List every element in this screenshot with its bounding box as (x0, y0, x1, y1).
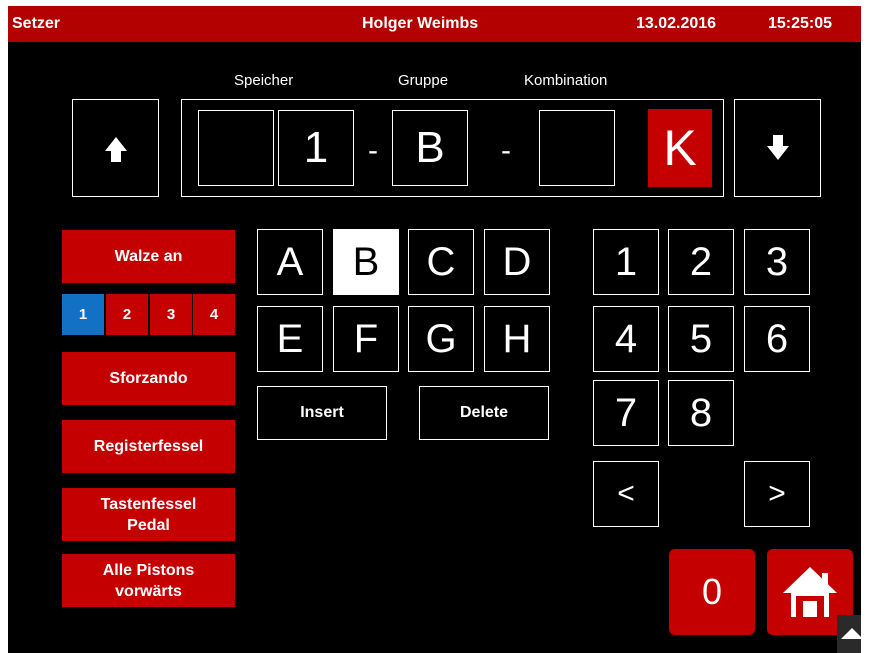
digit-key-6[interactable]: 6 (744, 306, 810, 372)
delete-button[interactable]: Delete (419, 386, 549, 440)
arrow-up-icon (105, 137, 127, 162)
vorwaerts-label: vorwärts (115, 582, 182, 600)
digit-key-8[interactable]: 8 (668, 380, 734, 446)
digit-key-2[interactable]: 2 (668, 229, 734, 295)
walze-2-button[interactable]: 2 (106, 294, 148, 335)
previous-button[interactable]: < (593, 461, 659, 527)
app-title: Setzer (12, 15, 61, 32)
setzer-screen: Setzer Holger Weimbs 13.02.2016 15:25:05… (8, 6, 861, 653)
triangle-up-icon (841, 628, 861, 639)
alle-pistons-vorwaerts-button[interactable]: Alle Pistons vorwärts (62, 554, 235, 607)
digit-key-5[interactable]: 5 (668, 306, 734, 372)
tastenfessel-pedal-button[interactable]: Tastenfessel Pedal (62, 488, 235, 541)
user-name: Holger Weimbs (362, 15, 479, 32)
kombination-label: Kombination (524, 72, 608, 89)
date-display: 13.02.2016 (636, 15, 717, 32)
insert-button[interactable]: Insert (257, 386, 387, 440)
letter-key-g[interactable]: G (408, 306, 474, 372)
separator-dash: - (501, 134, 511, 167)
time-display: 15:25:05 (768, 15, 833, 32)
kombination-slot (539, 110, 615, 186)
speicher-slot-1 (198, 110, 274, 186)
arrow-down-icon (767, 135, 789, 160)
alle-pistons-label: Alle Pistons (102, 561, 195, 579)
digit-key-1[interactable]: 1 (593, 229, 659, 295)
letter-key-h[interactable]: H (484, 306, 550, 372)
tastenfessel-label: Tastenfessel (100, 495, 197, 513)
next-button[interactable]: > (744, 461, 810, 527)
walze-3-button[interactable]: 3 (150, 294, 192, 335)
speicher-label: Speicher (234, 72, 294, 89)
gruppe-label: Gruppe (398, 72, 449, 89)
arrow-down-button[interactable] (734, 99, 821, 197)
letter-key-d[interactable]: D (484, 229, 550, 295)
registerfessel-button[interactable]: Registerfessel (62, 420, 235, 473)
zero-button[interactable]: 0 (669, 549, 755, 635)
separator-dash: - (368, 134, 378, 167)
digit-key-3[interactable]: 3 (744, 229, 810, 295)
walze-4-button[interactable]: 4 (193, 294, 235, 335)
title-bar: Setzer Holger Weimbs 13.02.2016 15:25:05 (8, 6, 861, 42)
letter-key-b[interactable]: B (333, 229, 399, 295)
letter-key-f[interactable]: F (333, 306, 399, 372)
gruppe-slot: B (392, 110, 468, 186)
walze-1-button[interactable]: 1 (62, 294, 104, 335)
speicher-slot-2: 1 (278, 110, 354, 186)
letter-key-c[interactable]: C (408, 229, 474, 295)
digit-key-7[interactable]: 7 (593, 380, 659, 446)
walze-an-button[interactable]: Walze an (62, 230, 235, 283)
letter-key-e[interactable]: E (257, 306, 323, 372)
digit-key-4[interactable]: 4 (593, 306, 659, 372)
arrow-up-button[interactable] (72, 99, 159, 197)
letter-key-a[interactable]: A (257, 229, 323, 295)
pedal-label: Pedal (127, 516, 170, 534)
kombination-badge: K (648, 109, 712, 187)
sforzando-button[interactable]: Sforzando (62, 352, 235, 405)
scroll-up-tab[interactable] (837, 615, 861, 653)
